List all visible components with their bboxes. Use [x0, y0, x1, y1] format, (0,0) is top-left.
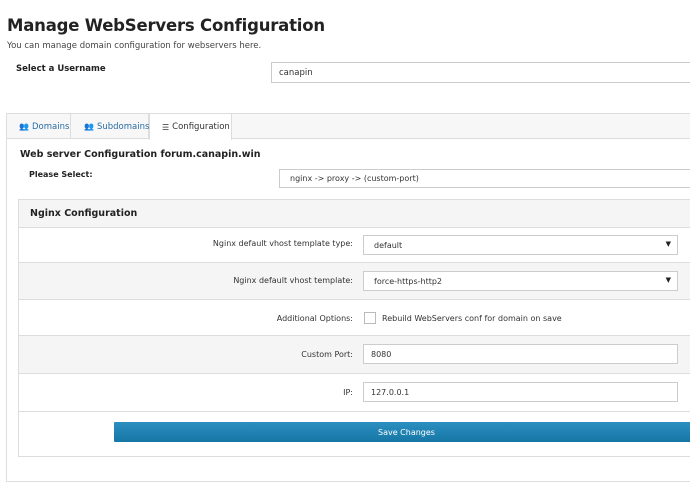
section-title: Web server Configuration forum.canapin.w… [20, 149, 261, 160]
row-custom-port: Custom Port: 8080 [19, 336, 690, 374]
caret-down-icon: ▼ [665, 276, 671, 284]
sliders-icon: ☰ [162, 122, 170, 132]
users-icon: 👥 [84, 122, 94, 131]
rebuild-checkbox-label: Rebuild WebServers conf for domain on sa… [382, 314, 562, 323]
please-select-label: Please Select: [29, 170, 93, 179]
additional-options-label: Additional Options: [276, 314, 353, 323]
page-title: Manage WebServers Configuration [7, 16, 325, 35]
custom-port-input[interactable]: 8080 [363, 344, 678, 364]
users-icon: 👥 [19, 122, 29, 131]
tab-domains-label: Domains [31, 121, 70, 132]
save-changes-button[interactable]: Save Changes [114, 422, 690, 442]
template-label: Nginx default vhost template: [233, 276, 353, 285]
rebuild-checkbox[interactable] [364, 312, 376, 324]
template-type-label: Nginx default vhost template type: [212, 239, 353, 248]
row-template-type: Nginx default vhost template type: defau… [19, 228, 690, 263]
row-template: Nginx default vhost template: force-http… [19, 263, 690, 300]
template-select[interactable]: force-https-http2 ▼ [363, 271, 678, 291]
webserver-select[interactable]: nginx -> proxy -> (custom-port) [279, 169, 690, 188]
template-type-value: default [374, 241, 403, 250]
template-value: force-https-http2 [374, 277, 443, 286]
tab-configuration-label: Configuration [172, 122, 230, 132]
template-type-select[interactable]: default ▼ [363, 235, 678, 255]
tab-domains[interactable]: 👥 Domains [7, 114, 71, 139]
caret-down-icon: ▼ [665, 240, 671, 248]
nginx-title: Nginx Configuration [30, 208, 138, 219]
ip-input[interactable]: 127.0.0.1 [363, 382, 678, 402]
ip-label: IP: [343, 388, 353, 397]
tab-bar: 👥 Domains 👥 Subdomains ☰ Configuration [7, 114, 690, 140]
custom-port-label: Custom Port: [301, 350, 353, 359]
username-label: Select a Username [16, 64, 106, 74]
nginx-header: Nginx Configuration [19, 200, 690, 228]
nginx-config-box: Nginx Configuration Nginx default vhost … [18, 199, 690, 457]
page-subtitle: You can manage domain configuration for … [7, 41, 262, 51]
username-input[interactable]: canapin [271, 62, 690, 83]
config-panel: 👥 Domains 👥 Subdomains ☰ Configuration W… [6, 113, 690, 482]
tab-subdomains[interactable]: 👥 Subdomains [72, 114, 149, 139]
row-additional-options: Additional Options: Rebuild WebServers c… [19, 300, 690, 336]
tab-subdomains-label: Subdomains [96, 121, 150, 132]
tab-configuration[interactable]: ☰ Configuration [149, 114, 232, 140]
row-ip: IP: 127.0.0.1 [19, 374, 690, 412]
